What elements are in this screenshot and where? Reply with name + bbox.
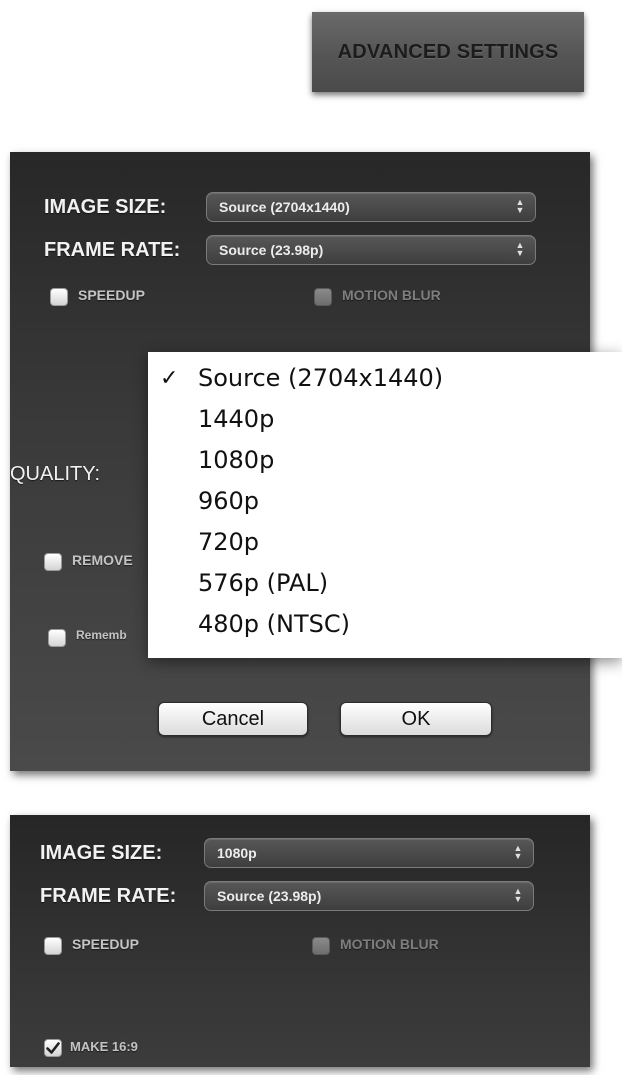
checkmark-icon: ✓ [160, 366, 179, 391]
frame-rate-label: FRAME RATE: [44, 239, 181, 261]
cancel-label: Cancel [201, 708, 265, 730]
advanced-settings-button[interactable]: ADVANCED SETTINGS [312, 12, 584, 92]
menu-item-720p[interactable]: 720p [148, 522, 622, 563]
updown-arrows-icon: ▲ ▼ [513, 886, 523, 904]
updown-arrows-icon: ▲ ▼ [515, 240, 525, 258]
frame-rate-value: Source (23.98p) [217, 888, 322, 904]
menu-item-label: 960p [198, 487, 260, 515]
make-16-9-checkbox[interactable] [44, 1039, 62, 1057]
frame-rate-label: FRAME RATE: [40, 885, 177, 907]
motion-blur-checkbox [314, 288, 332, 306]
updown-arrows-icon: ▲ ▼ [513, 843, 523, 861]
frame-rate-value: Source (23.98p) [219, 242, 324, 258]
make-16-9-label: MAKE 16:9 [70, 1039, 138, 1054]
menu-item-1080p[interactable]: 1080p [148, 440, 622, 481]
cancel-button[interactable]: Cancel [158, 702, 308, 736]
ok-button[interactable]: OK [340, 702, 492, 736]
image-size-label: IMAGE SIZE: [40, 842, 163, 864]
frame-rate-select[interactable]: Source (23.98p) ▲ ▼ [206, 235, 536, 265]
speedup-checkbox[interactable] [50, 288, 68, 306]
image-size-select[interactable]: 1080p ▲ ▼ [204, 838, 534, 868]
remove-checkbox[interactable] [44, 553, 62, 571]
menu-item-label: Source (2704x1440) [198, 364, 444, 392]
settings-dialog-1080p: IMAGE SIZE: 1080p ▲ ▼ FRAME RATE: Source … [10, 815, 590, 1067]
motion-blur-label: MOTION BLUR [342, 287, 441, 303]
menu-item-label: 1080p [198, 446, 275, 474]
menu-item-label: 480p (NTSC) [198, 610, 351, 638]
quality-label: QUALITY: [10, 463, 101, 485]
remember-label: Rememb [76, 628, 127, 642]
menu-item-1440p[interactable]: 1440p [148, 399, 622, 440]
speedup-label: SPEEDUP [78, 287, 145, 303]
advanced-settings-label: ADVANCED SETTINGS [337, 40, 559, 63]
menu-item-source[interactable]: ✓ Source (2704x1440) [148, 358, 622, 399]
menu-item-label: 720p [198, 528, 260, 556]
menu-item-480p[interactable]: 480p (NTSC) [148, 604, 622, 645]
menu-item-label: 1440p [198, 405, 275, 433]
updown-arrows-icon: ▲ ▼ [515, 197, 525, 215]
ok-label: OK [401, 708, 431, 730]
speedup-label: SPEEDUP [72, 936, 139, 952]
image-size-value: 1080p [217, 845, 257, 861]
frame-rate-select[interactable]: Source (23.98p) ▲ ▼ [204, 881, 534, 911]
checkmark-icon [46, 1042, 60, 1054]
motion-blur-checkbox [312, 937, 330, 955]
remember-checkbox[interactable] [48, 629, 66, 647]
image-size-dropdown-menu: ✓ Source (2704x1440) 1440p 1080p 960p 72… [148, 352, 622, 658]
speedup-checkbox[interactable] [44, 937, 62, 955]
motion-blur-label: MOTION BLUR [340, 936, 439, 952]
image-size-label: IMAGE SIZE: [44, 196, 167, 218]
menu-item-576p[interactable]: 576p (PAL) [148, 563, 622, 604]
remove-label: REMOVE [72, 552, 133, 568]
menu-item-960p[interactable]: 960p [148, 481, 622, 522]
image-size-value: Source (2704x1440) [219, 199, 350, 215]
menu-item-label: 576p (PAL) [198, 569, 329, 597]
image-size-select[interactable]: Source (2704x1440) ▲ ▼ [206, 192, 536, 222]
